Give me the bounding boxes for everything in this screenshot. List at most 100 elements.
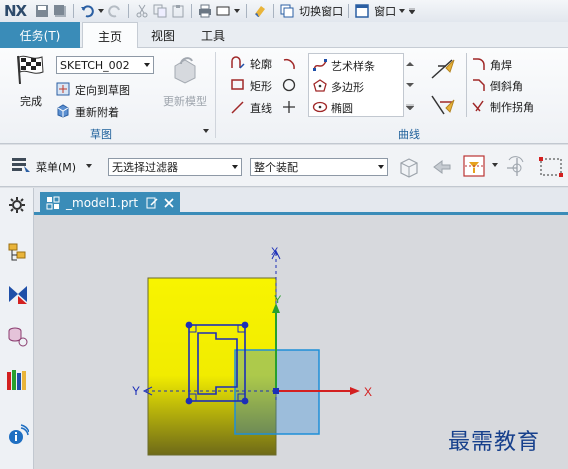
- rectangle-button[interactable]: 矩形: [230, 77, 276, 93]
- tab-task[interactable]: 任务(T): [0, 22, 80, 48]
- profile-label: 轮廓: [250, 58, 272, 71]
- chamfer-label: 倒斜角: [490, 80, 523, 93]
- studio-spline-button[interactable]: 艺术样条: [312, 57, 404, 73]
- corner-tools: 角焊 倒斜角 制作拐角: [466, 53, 566, 117]
- print-icon[interactable]: [197, 3, 213, 19]
- part-file-icon: [46, 196, 60, 210]
- profile-icon: [231, 56, 245, 69]
- snap-dropdown-icon[interactable]: [492, 163, 498, 167]
- tab-tools[interactable]: 工具: [188, 22, 238, 48]
- curve-rule-icon[interactable]: [503, 154, 529, 180]
- quick-trim-icon[interactable]: [428, 56, 456, 82]
- dropdown-icon[interactable]: [233, 3, 241, 19]
- chevron-down-icon: [144, 63, 150, 67]
- gallery-scroll-down-icon[interactable]: [406, 83, 414, 87]
- checkered-flag-icon: [17, 55, 44, 84]
- reattach-icon: [57, 104, 69, 118]
- quick-access-toolbar: NX 切换窗口 窗口: [0, 0, 568, 22]
- ellipse-button[interactable]: 椭圆: [312, 99, 404, 115]
- selection-filter-value: 无选择过滤器: [112, 161, 178, 174]
- customize-dropdown-icon[interactable]: [408, 3, 416, 19]
- undo-icon[interactable]: [79, 3, 95, 19]
- assembly-navigator-icon[interactable]: [7, 242, 29, 264]
- gallery-scroll-up-icon[interactable]: [406, 62, 414, 66]
- tab-home[interactable]: 主页: [82, 22, 138, 49]
- update-model-button[interactable]: 更新模型: [162, 54, 210, 110]
- selection-scope-value: 整个装配: [254, 161, 298, 174]
- polygon-label: 多边形: [331, 81, 364, 94]
- selection-scope-select[interactable]: 整个装配: [250, 158, 388, 176]
- orient-to-sketch-button[interactable]: 定向到草图: [56, 81, 166, 97]
- group-separator: [215, 52, 216, 138]
- line-button[interactable]: 直线: [230, 99, 276, 115]
- eraser-icon[interactable]: [252, 3, 268, 19]
- finish-sketch-button[interactable]: 完成: [12, 54, 48, 110]
- profile-button[interactable]: 轮廓: [230, 55, 276, 71]
- gallery-expand-icon[interactable]: [406, 104, 414, 110]
- sketch-name-select[interactable]: SKETCH_002: [56, 56, 154, 74]
- finish-label: 完成: [20, 95, 42, 108]
- group-expand-icon[interactable]: [203, 129, 209, 133]
- window-menu-label[interactable]: 窗口: [374, 3, 396, 19]
- chamfer-button[interactable]: 倒斜角: [471, 77, 565, 93]
- circle-icon[interactable]: [281, 78, 297, 92]
- make-corner-icon: [472, 100, 484, 112]
- switch-window-icon[interactable]: [279, 3, 295, 19]
- select-features-icon[interactable]: [397, 155, 423, 179]
- quick-extend-icon[interactable]: [428, 92, 456, 118]
- command-bar: 菜单(M) 无选择过滤器 整个装配: [0, 145, 568, 187]
- switch-window-label[interactable]: 切换窗口: [299, 3, 343, 19]
- update-model-icon: [174, 57, 196, 84]
- gear-icon[interactable]: [9, 197, 25, 213]
- redo-icon[interactable]: [107, 3, 123, 19]
- toolbar-separator: [273, 4, 275, 18]
- orient-view-icon: [56, 82, 70, 96]
- reuse-library-icon[interactable]: [6, 368, 30, 392]
- constraint-navigator-icon[interactable]: [7, 284, 29, 306]
- ribbon-tab-bar: 任务(T) 主页 视图 工具: [0, 22, 568, 49]
- box-select-icon[interactable]: [538, 154, 564, 180]
- cut-icon[interactable]: [134, 3, 150, 19]
- part-navigator-icon[interactable]: [7, 326, 29, 348]
- snap-point-icon[interactable]: [462, 154, 488, 180]
- chevron-down-icon: [378, 165, 384, 169]
- curve-gallery: 艺术样条 多边形 椭圆: [308, 53, 404, 117]
- copy-icon[interactable]: [152, 3, 168, 19]
- make-corner-button[interactable]: 制作拐角: [471, 98, 565, 114]
- resource-bar: [0, 188, 34, 469]
- save-all-icon[interactable]: [52, 3, 68, 19]
- polygon-button[interactable]: 多边形: [312, 78, 404, 94]
- line-label: 直线: [250, 102, 272, 115]
- paste-icon[interactable]: [170, 3, 186, 19]
- save-icon[interactable]: [34, 3, 50, 19]
- reattach-button[interactable]: 重新附着: [56, 103, 166, 119]
- undo-dropdown-icon[interactable]: [97, 3, 105, 19]
- orient-to-sketch-label: 定向到草图: [75, 84, 130, 97]
- info-feed-icon[interactable]: [7, 424, 29, 446]
- fillet-button[interactable]: 角焊: [471, 56, 565, 72]
- selection-filter-select[interactable]: 无选择过滤器: [108, 158, 242, 176]
- nx-logo: NX: [4, 2, 27, 20]
- ellipse-label: 椭圆: [331, 102, 353, 115]
- selection-box-icon[interactable]: [215, 3, 231, 19]
- window-icon[interactable]: [354, 3, 370, 19]
- close-icon[interactable]: [164, 198, 174, 208]
- point-icon[interactable]: [281, 100, 297, 114]
- document-tab-bar: _model1.prt: [34, 188, 568, 214]
- rectangle-label: 矩形: [250, 80, 272, 93]
- arc-icon[interactable]: [281, 56, 297, 70]
- tab-view[interactable]: 视图: [140, 22, 186, 48]
- chevron-down-icon: [232, 165, 238, 169]
- update-model-label: 更新模型: [163, 95, 207, 108]
- document-tab[interactable]: _model1.prt: [40, 192, 180, 214]
- window-dropdown-icon[interactable]: [398, 3, 406, 19]
- toolbar-separator: [191, 4, 193, 18]
- cursor-select-icon[interactable]: [428, 155, 454, 179]
- menu-button[interactable]: 菜单(M): [10, 156, 94, 176]
- y-axis-label: Y: [274, 294, 282, 306]
- watermark-text: 最需教育: [448, 430, 541, 455]
- toolbar-separator: [246, 4, 248, 18]
- menu-dropdown-icon: [86, 164, 92, 168]
- ellipse-icon: [312, 101, 328, 113]
- menu-label: 菜单(M): [36, 161, 77, 174]
